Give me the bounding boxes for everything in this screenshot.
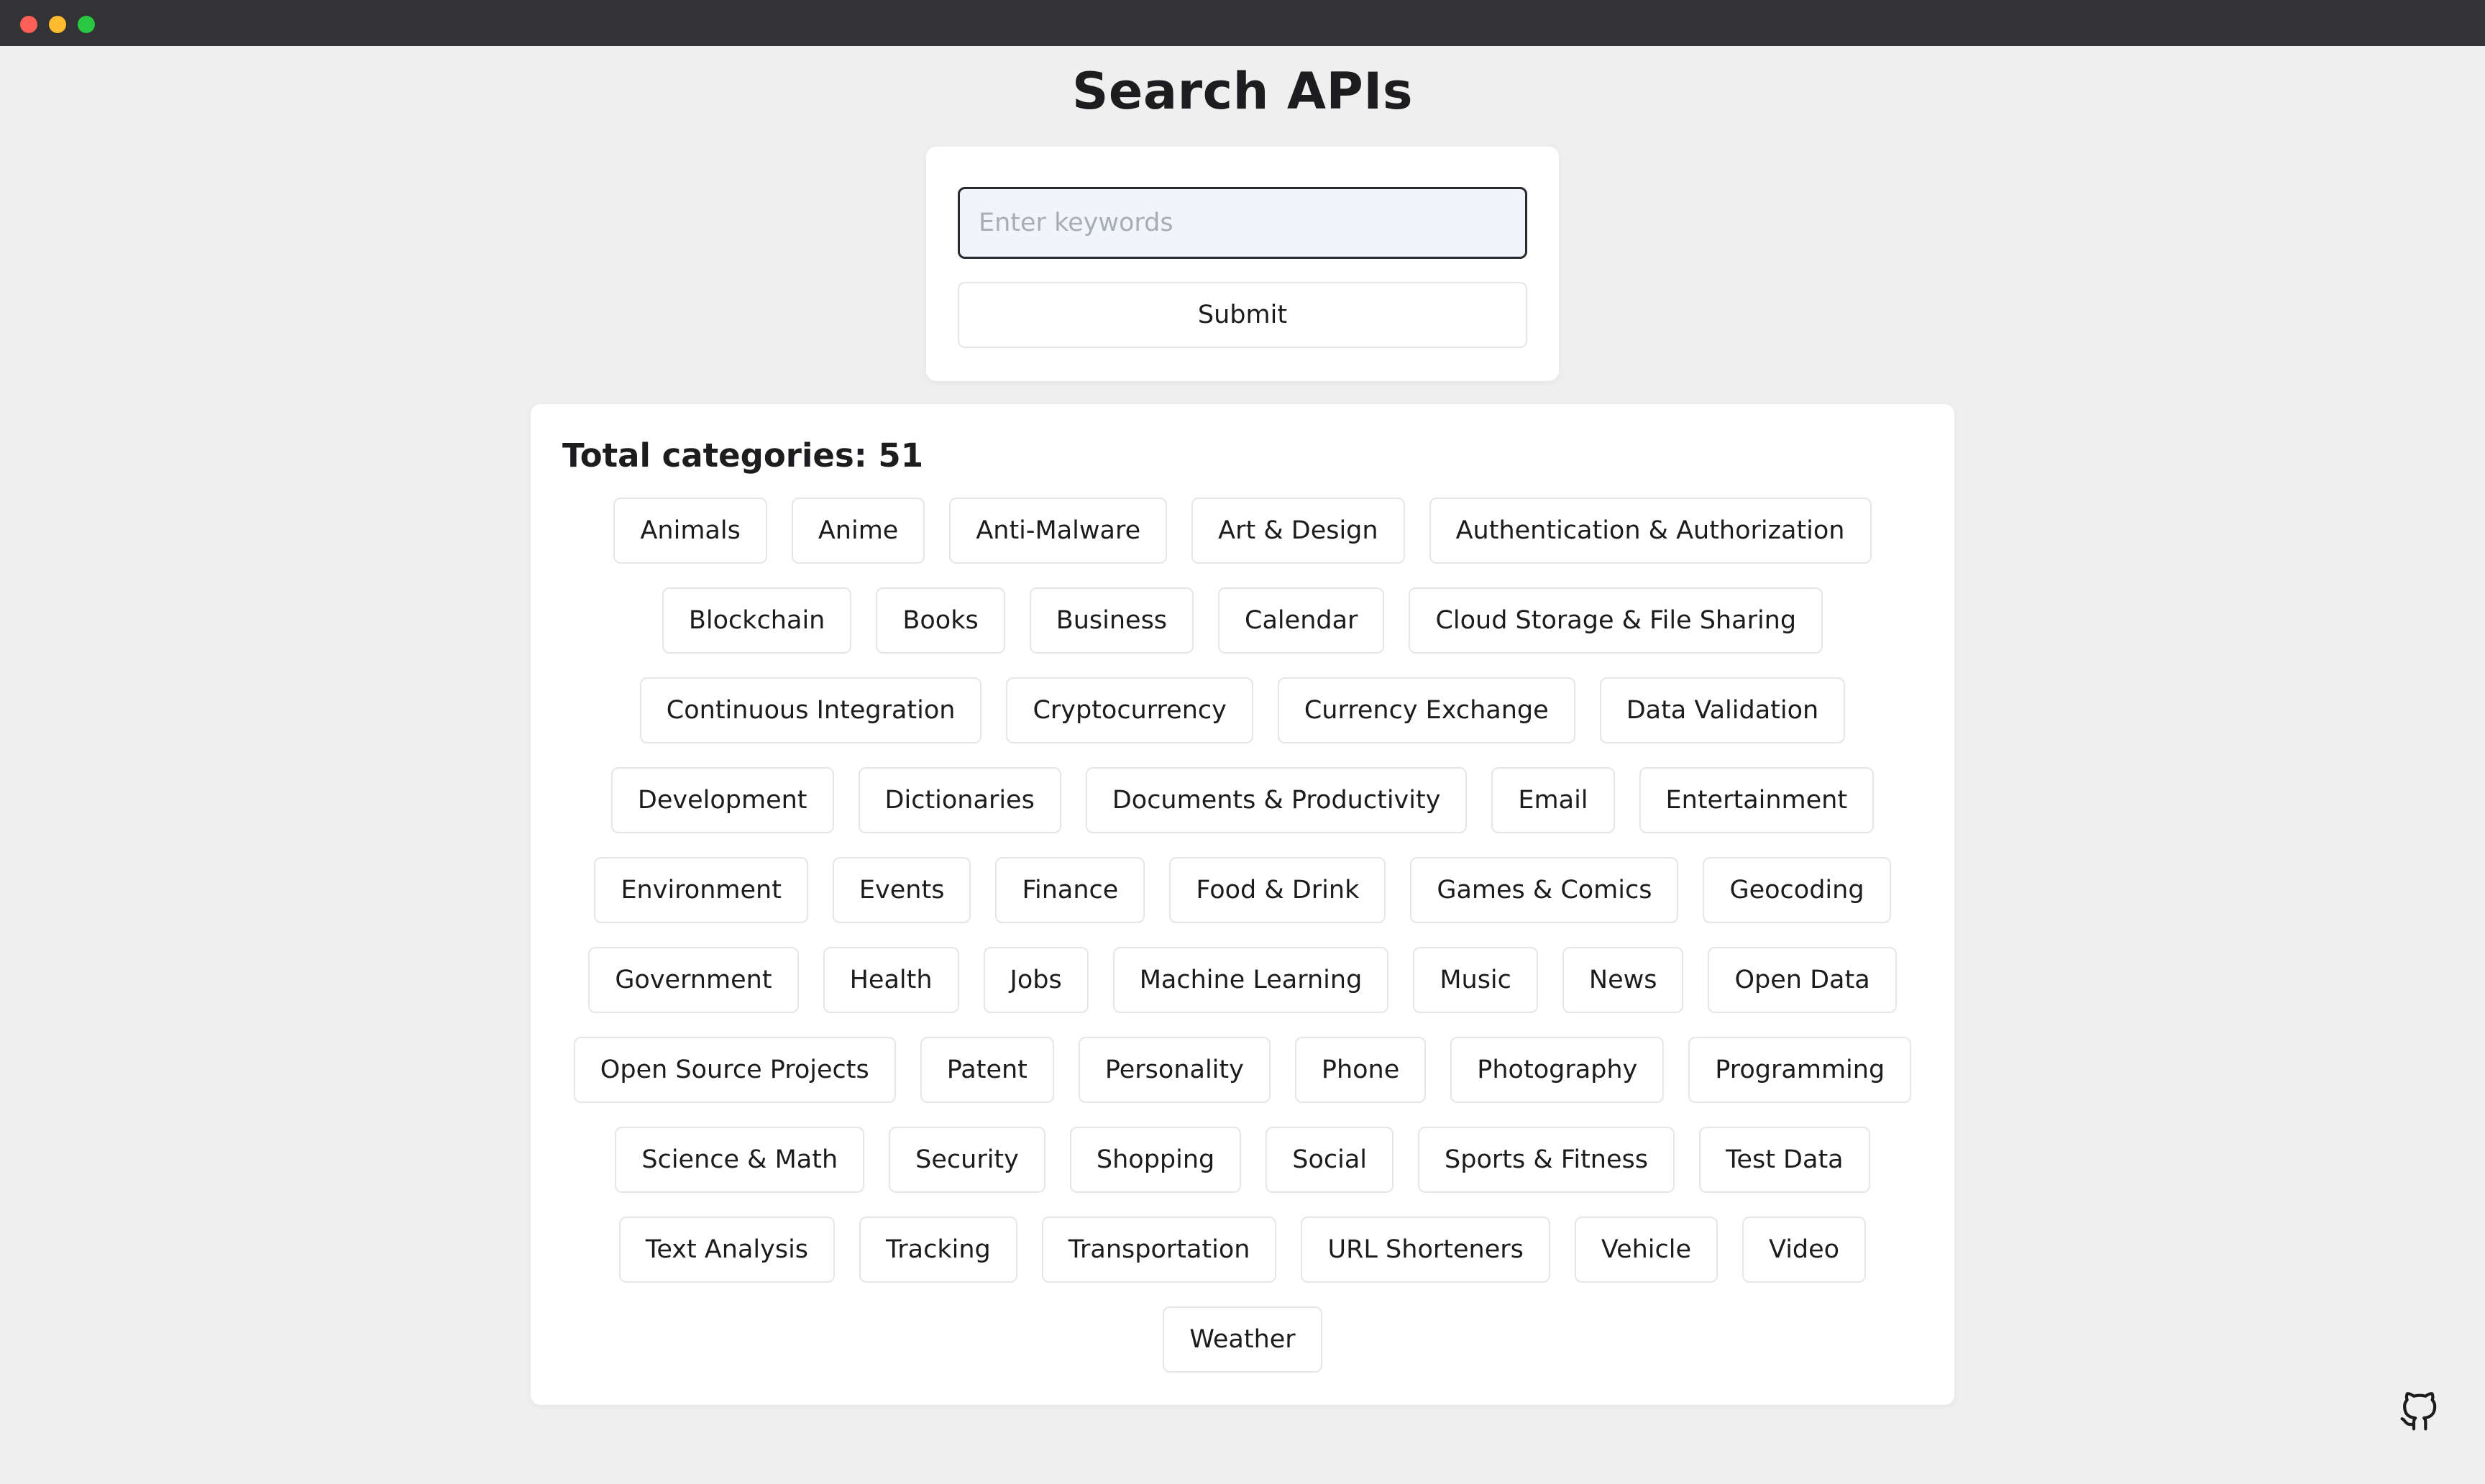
- category-tag-animals[interactable]: Animals: [613, 498, 767, 564]
- github-icon: [2400, 1392, 2437, 1431]
- category-row: Environment Events Finance Food & Drink Game…: [562, 857, 1923, 923]
- category-tag-continuous-integration[interactable]: Continuous Integration: [639, 677, 982, 743]
- category-row: Continuous Integration Cryptocurrency Curr…: [562, 677, 1923, 743]
- submit-button[interactable]: Submit: [958, 282, 1527, 348]
- category-tag-email[interactable]: Email: [1491, 767, 1615, 833]
- category-tag-business[interactable]: Business: [1029, 587, 1194, 654]
- search-input[interactable]: [958, 187, 1527, 259]
- category-tag-documents-and-productivity[interactable]: Documents & Productivity: [1085, 767, 1468, 833]
- github-link[interactable]: [2399, 1392, 2439, 1432]
- category-tag-art-and-design[interactable]: Art & Design: [1191, 498, 1405, 564]
- category-tag-environment[interactable]: Environment: [594, 857, 808, 923]
- maximize-window-button[interactable]: [78, 16, 95, 33]
- search-card: Submit: [926, 147, 1559, 381]
- category-tag-security[interactable]: Security: [889, 1127, 1045, 1193]
- category-tag-open-data[interactable]: Open Data: [1708, 947, 1897, 1013]
- category-tag-vehicle[interactable]: Vehicle: [1574, 1217, 1719, 1283]
- category-tag-entertainment[interactable]: Entertainment: [1639, 767, 1875, 833]
- category-tag-personality[interactable]: Personality: [1078, 1037, 1271, 1103]
- category-tag-list: Animals Anime Anti-Malware Art & Design Auth…: [562, 498, 1923, 1396]
- category-tag-phone[interactable]: Phone: [1294, 1037, 1427, 1103]
- category-tag-geocoding[interactable]: Geocoding: [1703, 857, 1891, 923]
- category-tag-government[interactable]: Government: [588, 947, 799, 1013]
- category-tag-anime[interactable]: Anime: [791, 498, 925, 564]
- category-tag-sports-and-fitness[interactable]: Sports & Fitness: [1418, 1127, 1675, 1193]
- window-titlebar: [0, 0, 2485, 46]
- category-row: Animals Anime Anti-Malware Art & Design Auth…: [562, 498, 1923, 564]
- categories-card: Total categories: 51 Animals Anime Anti-Ma…: [531, 404, 1954, 1405]
- category-tag-machine-learning[interactable]: Machine Learning: [1112, 947, 1389, 1013]
- category-row: Blockchain Books Business Calendar Cloud Sto…: [562, 587, 1923, 654]
- category-row: Science & Math Security Shopping Social Spor…: [562, 1127, 1923, 1193]
- category-tag-photography[interactable]: Photography: [1450, 1037, 1665, 1103]
- category-tag-dictionaries[interactable]: Dictionaries: [858, 767, 1061, 833]
- category-tag-books[interactable]: Books: [876, 587, 1005, 654]
- category-row: Weather: [562, 1306, 1923, 1373]
- category-tag-cloud-storage-and-file-sharing[interactable]: Cloud Storage & File Sharing: [1409, 587, 1823, 654]
- category-tag-social[interactable]: Social: [1266, 1127, 1394, 1193]
- category-tag-authentication-and-authorization[interactable]: Authentication & Authorization: [1429, 498, 1872, 564]
- category-tag-programming[interactable]: Programming: [1688, 1037, 1912, 1103]
- category-tag-games-and-comics[interactable]: Games & Comics: [1410, 857, 1679, 923]
- category-tag-blockchain[interactable]: Blockchain: [662, 587, 852, 654]
- category-row: Open Source Projects Patent Personality Pho…: [562, 1037, 1923, 1103]
- category-tag-shopping[interactable]: Shopping: [1069, 1127, 1242, 1193]
- category-tag-finance[interactable]: Finance: [995, 857, 1145, 923]
- category-tag-test-data[interactable]: Test Data: [1699, 1127, 1870, 1193]
- category-tag-currency-exchange[interactable]: Currency Exchange: [1277, 677, 1575, 743]
- category-tag-weather[interactable]: Weather: [1163, 1306, 1322, 1373]
- category-tag-transportation[interactable]: Transportation: [1041, 1217, 1277, 1283]
- category-tag-data-validation[interactable]: Data Validation: [1599, 677, 1846, 743]
- category-tag-video[interactable]: Video: [1742, 1217, 1867, 1283]
- category-tag-open-source-projects[interactable]: Open Source Projects: [573, 1037, 896, 1103]
- category-tag-music[interactable]: Music: [1413, 947, 1538, 1013]
- page-title: Search APIs: [1071, 62, 1414, 121]
- category-tag-calendar[interactable]: Calendar: [1218, 587, 1385, 654]
- category-tag-news[interactable]: News: [1562, 947, 1684, 1013]
- close-window-button[interactable]: [20, 16, 37, 33]
- category-tag-url-shorteners[interactable]: URL Shorteners: [1301, 1217, 1550, 1283]
- category-tag-patent[interactable]: Patent: [920, 1037, 1054, 1103]
- category-tag-science-and-math[interactable]: Science & Math: [615, 1127, 865, 1193]
- category-tag-text-analysis[interactable]: Text Analysis: [618, 1217, 836, 1283]
- category-tag-tracking[interactable]: Tracking: [859, 1217, 1017, 1283]
- category-row: Government Health Jobs Machine Learning Musi…: [562, 947, 1923, 1013]
- category-row: Development Dictionaries Documents & Produ…: [562, 767, 1923, 833]
- category-tag-food-and-drink[interactable]: Food & Drink: [1169, 857, 1386, 923]
- category-tag-development[interactable]: Development: [610, 767, 834, 833]
- category-row: Text Analysis Tracking Transportation URL S…: [562, 1217, 1923, 1283]
- minimize-window-button[interactable]: [49, 16, 66, 33]
- category-tag-anti-malware[interactable]: Anti-Malware: [949, 498, 1168, 564]
- total-categories-label: Total categories: 51: [562, 436, 924, 475]
- category-tag-health[interactable]: Health: [823, 947, 959, 1013]
- category-tag-events[interactable]: Events: [832, 857, 971, 923]
- category-tag-jobs[interactable]: Jobs: [983, 947, 1089, 1013]
- category-tag-cryptocurrency[interactable]: Cryptocurrency: [1006, 677, 1253, 743]
